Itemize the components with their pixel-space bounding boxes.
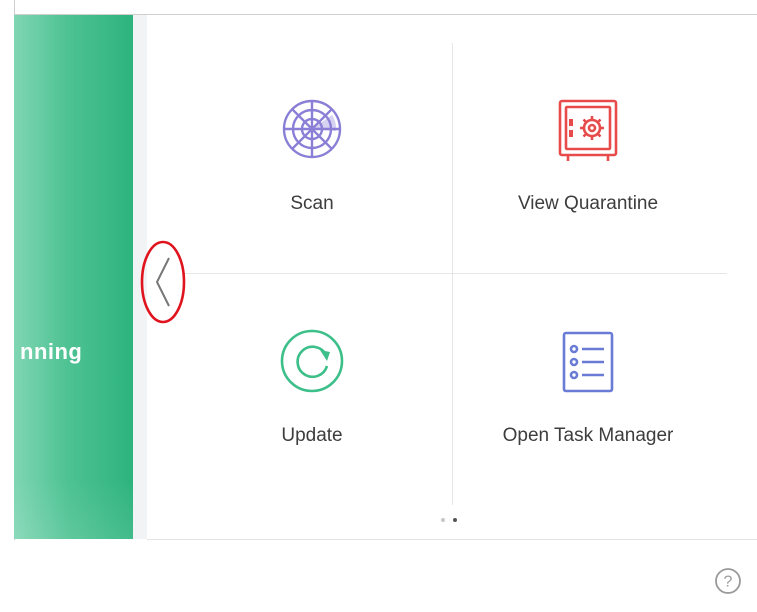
view-quarantine-label: View Quarantine bbox=[517, 193, 659, 214]
scan-label: Scan bbox=[290, 193, 334, 214]
task-list-icon bbox=[562, 331, 614, 393]
chevron-left-icon bbox=[140, 240, 186, 324]
update-label: Update bbox=[281, 425, 343, 446]
view-quarantine-tile[interactable]: View Quarantine bbox=[453, 95, 723, 295]
update-refresh-icon bbox=[280, 329, 344, 393]
scan-radar-icon bbox=[282, 99, 342, 159]
status-text: nning bbox=[20, 339, 83, 364]
quarantine-safe-icon bbox=[558, 99, 618, 161]
previous-page-button[interactable] bbox=[138, 240, 188, 324]
open-task-manager-tile[interactable]: Open Task Manager bbox=[453, 327, 723, 527]
help-circle-icon[interactable]: ? bbox=[714, 567, 742, 595]
app-window: nning Scan View Quarantine Update Open T… bbox=[0, 0, 757, 612]
status-panel-shade bbox=[14, 479, 133, 539]
help-glyph: ? bbox=[724, 574, 733, 591]
page-indicator bbox=[441, 518, 469, 526]
update-tile[interactable]: Update bbox=[177, 325, 447, 525]
window-left-edge bbox=[0, 0, 15, 612]
page-dot-2[interactable] bbox=[453, 518, 457, 522]
annotation-circle bbox=[140, 240, 186, 324]
scan-tile[interactable]: Scan bbox=[177, 93, 447, 293]
status-panel: nning bbox=[14, 15, 133, 539]
tasks-card: Scan View Quarantine Update Open Task Ma… bbox=[147, 15, 757, 540]
window-top-edge bbox=[0, 0, 757, 15]
open-task-manager-label: Open Task Manager bbox=[502, 425, 674, 446]
footer-area bbox=[14, 540, 757, 612]
page-dot-1[interactable] bbox=[441, 518, 445, 522]
